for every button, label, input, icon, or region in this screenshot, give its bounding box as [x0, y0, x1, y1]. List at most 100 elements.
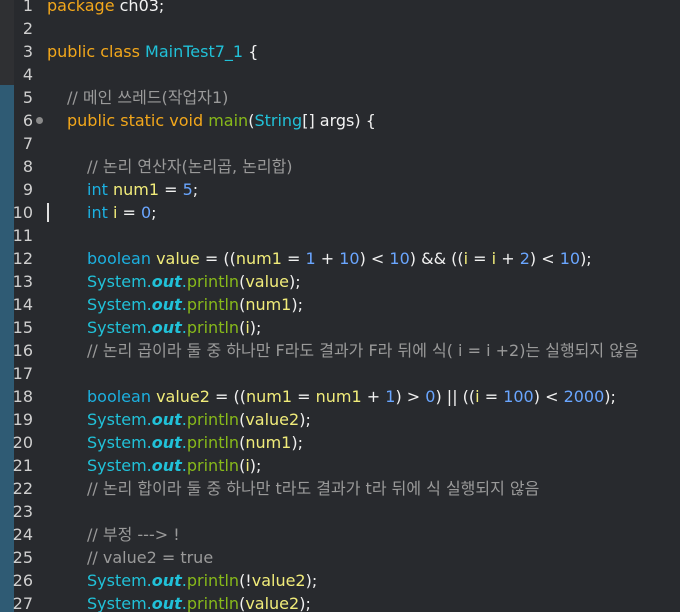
- code-token: 2000: [563, 387, 605, 406]
- line-number: 13: [12, 272, 33, 291]
- code-token: (!: [239, 571, 252, 590]
- code-line[interactable]: 18 boolean value2 = ((num1 = num1 + 1) > …: [0, 385, 680, 408]
- code-token: ) && ((: [409, 249, 464, 268]
- fold-marker-icon[interactable]: [36, 117, 43, 124]
- code-token: value: [245, 272, 290, 291]
- line-number: 24: [12, 525, 33, 544]
- code-token: );: [305, 571, 318, 590]
- code-text: // 논리 합이라 둘 중 하나만 t라도 결과가 t라 뒤에 식 실행되지 않…: [87, 477, 539, 500]
- code-text: // 부정 ---> !: [87, 523, 180, 546]
- code-token: +: [361, 387, 386, 406]
- line-number: 4: [22, 65, 33, 84]
- line-number: 7: [22, 134, 33, 153]
- code-line[interactable]: 24 // 부정 ---> !: [0, 523, 680, 546]
- code-line[interactable]: 17: [0, 362, 680, 385]
- code-text: package ch03;: [47, 0, 164, 17]
- line-number: 27: [12, 594, 33, 612]
- code-token: int: [87, 203, 108, 222]
- code-token: =: [117, 203, 141, 222]
- code-line[interactable]: 8 // 논리 연산자(논리곱, 논리합): [0, 155, 680, 178]
- code-line[interactable]: 16 // 논리 곱이라 둘 중 하나만 F라도 결과가 F라 뒤에 식( i =…: [0, 339, 680, 362]
- code-token: out: [151, 272, 182, 291]
- line-number: 19: [12, 410, 33, 429]
- code-line[interactable]: 21 System.out.println(i);: [0, 454, 680, 477]
- code-token: = ((: [209, 387, 247, 406]
- code-line[interactable]: 26 System.out.println(!value2);: [0, 569, 680, 592]
- code-text: public class MainTest7_1 {: [47, 40, 258, 63]
- line-number: 15: [12, 318, 33, 337]
- code-token: System.: [87, 410, 152, 429]
- code-text: System.out.println(value2);: [87, 592, 311, 612]
- code-line[interactable]: 25 // value2 = true: [0, 546, 680, 569]
- code-token: out: [151, 410, 182, 429]
- code-token: System.: [87, 272, 152, 291]
- code-token: value2: [251, 571, 306, 590]
- code-line[interactable]: 13 System.out.println(value);: [0, 270, 680, 293]
- code-line[interactable]: 11: [0, 224, 680, 247]
- code-token: =: [292, 387, 316, 406]
- code-token: value2: [156, 387, 210, 406]
- code-token: num1: [245, 433, 292, 452]
- code-token: out: [151, 433, 182, 452]
- code-line[interactable]: 3 public class MainTest7_1 {: [0, 40, 680, 63]
- code-line[interactable]: 7: [0, 132, 680, 155]
- code-token: = ((: [199, 249, 236, 268]
- code-token: );: [249, 456, 262, 475]
- code-token: System.: [87, 433, 152, 452]
- code-line[interactable]: 1 package ch03;: [0, 0, 680, 17]
- code-token: // 부정 ---> !: [87, 525, 180, 544]
- line-number: 22: [12, 479, 33, 498]
- line-number: 14: [12, 295, 33, 314]
- line-number: 18: [12, 387, 33, 406]
- code-token: value2: [245, 594, 300, 612]
- code-line[interactable]: 14 System.out.println(num1);: [0, 293, 680, 316]
- code-token: []: [302, 111, 320, 130]
- code-token: +: [315, 249, 340, 268]
- code-token: 5: [182, 180, 193, 199]
- code-token: // 메인 쓰레드(작업자1): [67, 88, 229, 107]
- code-token: );: [299, 594, 311, 612]
- code-line[interactable]: 12 boolean value = ((num1 = 1 + 10) < 10)…: [0, 247, 680, 270]
- code-text: System.out.println(value);: [87, 270, 301, 293]
- code-text: boolean value = ((num1 = 1 + 10) < 10) &…: [87, 247, 592, 270]
- line-number: 12: [12, 249, 33, 268]
- code-token: num1: [235, 249, 282, 268]
- code-editor[interactable]: 1 package ch03; 2 3 public class MainTest7_1…: [0, 0, 680, 612]
- code-token: MainTest7_1: [145, 42, 244, 61]
- code-token: ;: [192, 180, 199, 199]
- code-line[interactable]: 23: [0, 500, 680, 523]
- line-number: 8: [22, 157, 33, 176]
- code-line[interactable]: 27 System.out.println(value2);: [0, 592, 680, 612]
- code-text: // value2 = true: [87, 546, 213, 569]
- code-token: // 논리 연산자(논리곱, 논리합): [87, 157, 293, 176]
- code-line[interactable]: 6 public static void main(String[] args) …: [0, 109, 680, 132]
- code-token: println: [186, 594, 240, 612]
- code-token: ) || ((: [435, 387, 476, 406]
- code-token: {: [243, 42, 259, 61]
- code-token: 0: [140, 203, 152, 222]
- code-token: value: [156, 249, 200, 268]
- line-number: 17: [12, 364, 33, 383]
- code-token: ch03;: [114, 0, 165, 15]
- code-token: =: [468, 249, 492, 268]
- code-line[interactable]: 15 System.out.println(i);: [0, 316, 680, 339]
- code-token: +: [496, 249, 520, 268]
- code-line[interactable]: 10 int i = 0;: [0, 201, 680, 224]
- code-line[interactable]: 4: [0, 63, 680, 86]
- code-text: System.out.println(value2);: [87, 408, 311, 431]
- code-token: 10: [389, 249, 410, 268]
- code-line[interactable]: 5 // 메인 쓰레드(작업자1): [0, 86, 680, 109]
- code-line[interactable]: 19 System.out.println(value2);: [0, 408, 680, 431]
- code-token: );: [249, 318, 262, 337]
- code-token: println: [186, 272, 240, 291]
- code-line[interactable]: 20 System.out.println(num1);: [0, 431, 680, 454]
- code-line[interactable]: 9 int num1 = 5;: [0, 178, 680, 201]
- code-token: System.: [87, 571, 152, 590]
- code-token: num1: [246, 387, 293, 406]
- line-number: 23: [12, 502, 33, 521]
- line-number: 16: [12, 341, 33, 360]
- code-line[interactable]: 2: [0, 17, 680, 40]
- line-number: 25: [12, 548, 33, 567]
- code-token: out: [151, 571, 182, 590]
- code-line[interactable]: 22 // 논리 합이라 둘 중 하나만 t라도 결과가 t라 뒤에 식 실행되지…: [0, 477, 680, 500]
